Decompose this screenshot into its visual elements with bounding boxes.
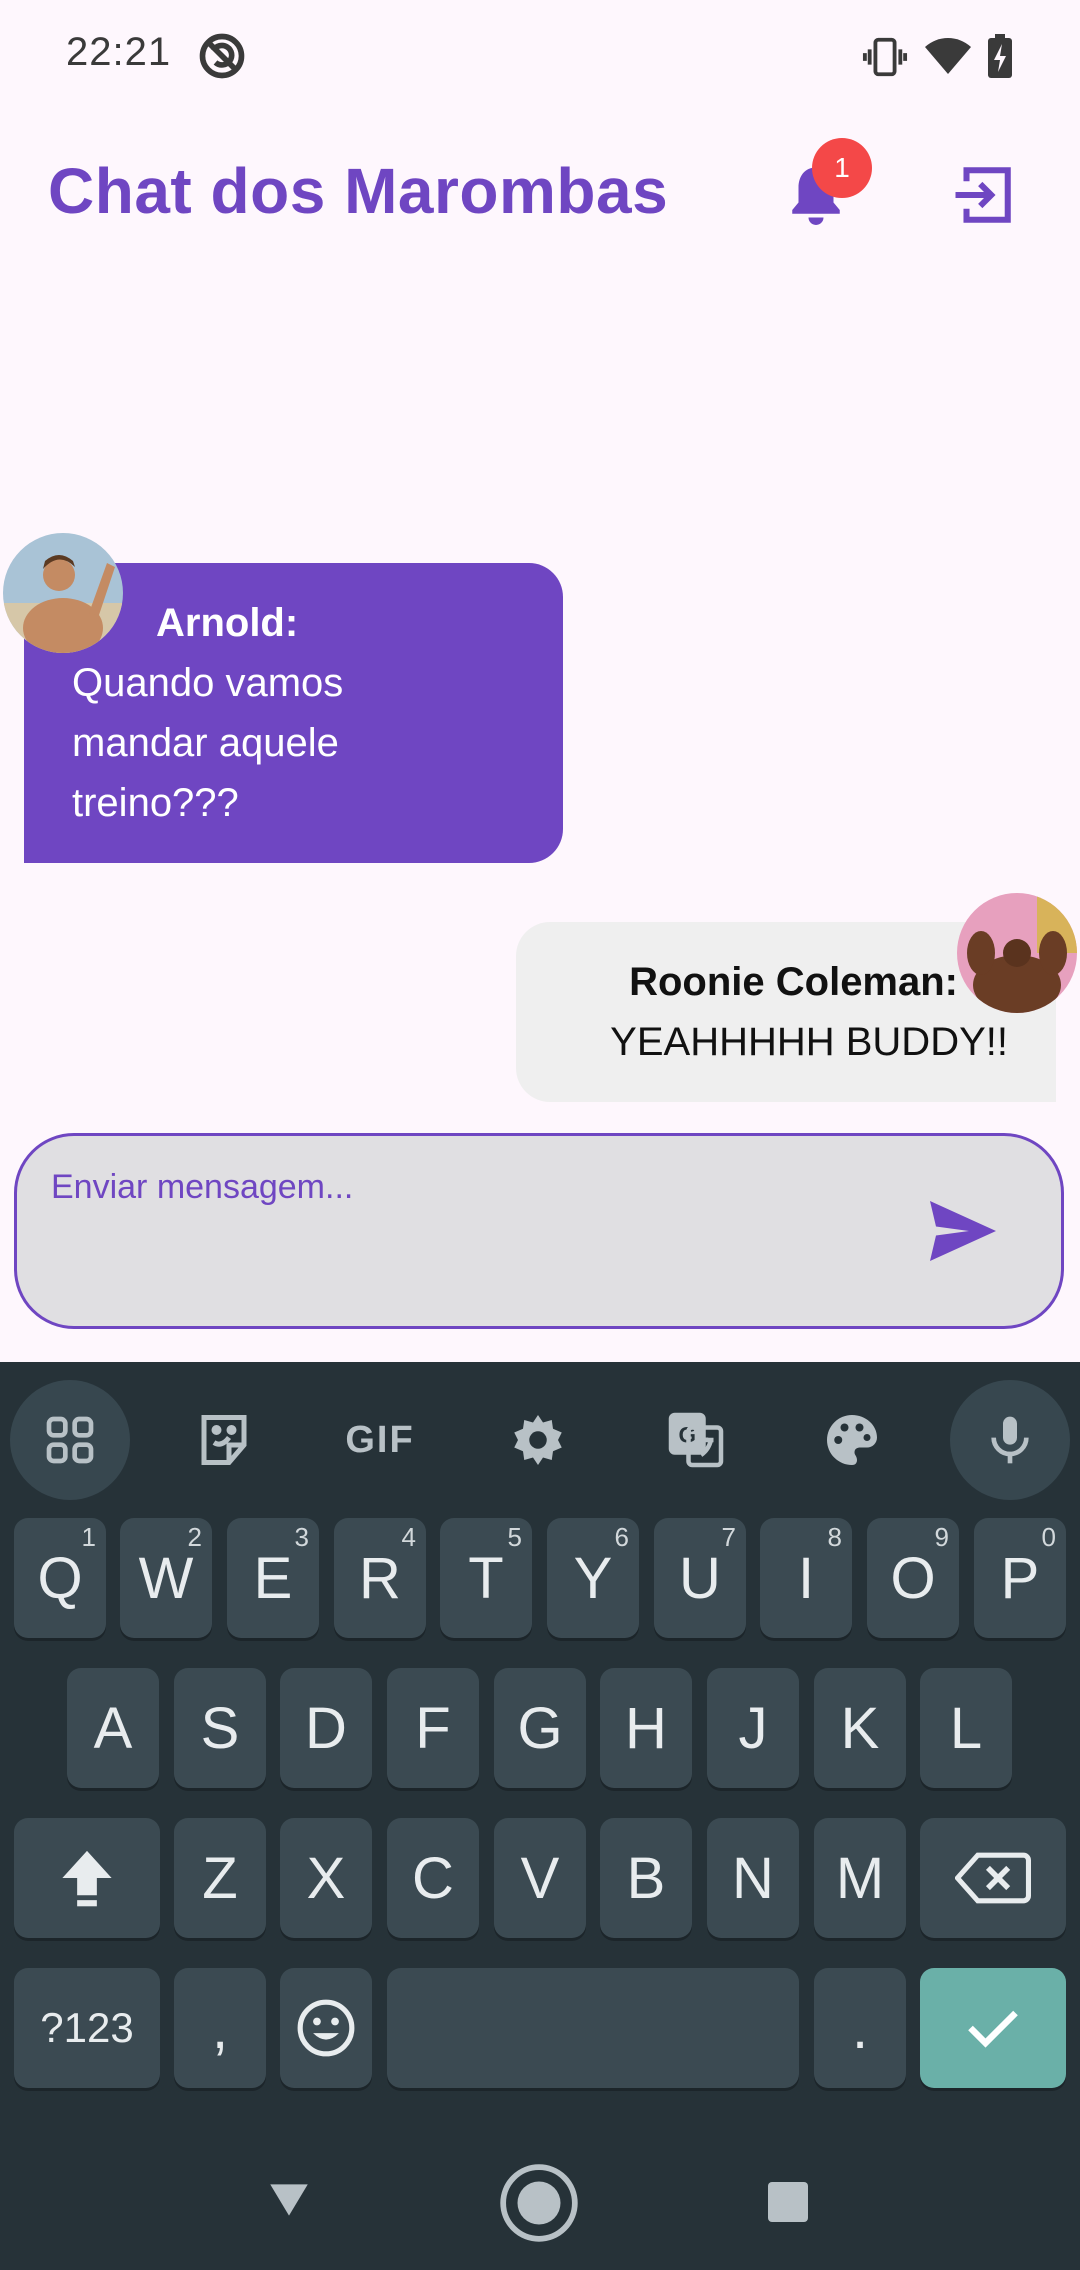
key-j[interactable]: J <box>707 1668 799 1788</box>
sticker-icon[interactable] <box>164 1380 284 1500</box>
avatar-arnold <box>3 533 123 653</box>
backspace-icon <box>955 1852 1031 1904</box>
gif-label: GIF <box>345 1418 415 1461</box>
palette-icon[interactable] <box>792 1380 912 1500</box>
notification-badge: 1 <box>812 138 872 198</box>
keyboard-settings-icon[interactable] <box>478 1380 598 1500</box>
recents-icon[interactable] <box>764 2178 812 2226</box>
key-g[interactable]: G <box>494 1668 586 1788</box>
status-time: 22:21 <box>66 30 172 74</box>
logout-icon[interactable] <box>950 162 1016 228</box>
shift-icon <box>62 1850 112 1907</box>
translate-icon[interactable]: G <box>636 1380 756 1500</box>
key-l[interactable]: L <box>920 1668 1012 1788</box>
avatar-roonie-coleman <box>957 893 1077 1013</box>
vibrate-icon <box>862 37 908 77</box>
shift-key[interactable] <box>14 1818 160 1938</box>
key-m[interactable]: M <box>814 1818 906 1938</box>
keyboard-apps-icon[interactable] <box>10 1380 130 1500</box>
emoji-icon <box>297 1999 355 2057</box>
key-i[interactable]: I8 <box>760 1518 852 1638</box>
key-d[interactable]: D <box>280 1668 372 1788</box>
key-v[interactable]: V <box>494 1818 586 1938</box>
comma-key[interactable]: , <box>174 1968 266 2088</box>
home-icon[interactable] <box>496 2160 582 2246</box>
status-bar: 22:21 <box>0 0 1080 110</box>
microphone-icon[interactable] <box>950 1380 1070 1500</box>
backspace-key[interactable] <box>920 1818 1066 1938</box>
key-x[interactable]: X <box>280 1818 372 1938</box>
key-a[interactable]: A <box>67 1668 159 1788</box>
key-o[interactable]: O9 <box>867 1518 959 1638</box>
symbols-key[interactable]: ?123 <box>14 1968 160 2088</box>
do-not-disturb-icon <box>199 33 245 79</box>
checkmark-icon <box>968 2010 1018 2048</box>
key-w[interactable]: W2 <box>120 1518 212 1638</box>
key-e[interactable]: E3 <box>227 1518 319 1638</box>
key-c[interactable]: C <box>387 1818 479 1938</box>
back-icon[interactable] <box>264 2174 314 2224</box>
message-text-line: treino??? <box>72 781 239 825</box>
enter-key[interactable] <box>920 1968 1066 2088</box>
key-u[interactable]: U7 <box>654 1518 746 1638</box>
message-sender: Arnold: <box>156 601 299 645</box>
message-text-line: mandar aquele <box>72 721 339 765</box>
message-input[interactable] <box>49 1166 873 1208</box>
message-sender: Roonie Coleman: <box>629 960 958 1004</box>
key-q[interactable]: Q1 <box>14 1518 106 1638</box>
wifi-icon <box>925 38 971 74</box>
system-navigation-bar <box>0 2160 1080 2270</box>
period-key[interactable]: . <box>814 1968 906 2088</box>
key-s[interactable]: S <box>174 1668 266 1788</box>
key-y[interactable]: Y6 <box>547 1518 639 1638</box>
key-n[interactable]: N <box>707 1818 799 1938</box>
gif-button[interactable]: GIF <box>320 1380 440 1500</box>
space-key[interactable] <box>387 1968 799 2088</box>
soft-keyboard: GIF G Q1 W2 E3 R4 T5 Y6 U7 I8 O 9 P 0 A … <box>0 1362 1080 2160</box>
emoji-key[interactable] <box>280 1968 372 2088</box>
key-h[interactable]: H <box>600 1668 692 1788</box>
app-title: Chat dos Marombas <box>48 155 669 227</box>
message-text-line: Quando vamos <box>72 661 344 705</box>
key-t[interactable]: T5 <box>440 1518 532 1638</box>
key-b[interactable]: B <box>600 1818 692 1938</box>
message-text: YEAHHHHH BUDDY!! <box>610 1020 1008 1064</box>
key-f[interactable]: F <box>387 1668 479 1788</box>
key-z[interactable]: Z <box>174 1818 266 1938</box>
message-input-container <box>14 1133 1064 1329</box>
key-r[interactable]: R4 <box>334 1518 426 1638</box>
battery-charging-icon <box>988 34 1012 78</box>
key-k[interactable]: K <box>814 1668 906 1788</box>
key-p[interactable]: P0 <box>974 1518 1066 1638</box>
send-icon[interactable] <box>927 1198 999 1264</box>
